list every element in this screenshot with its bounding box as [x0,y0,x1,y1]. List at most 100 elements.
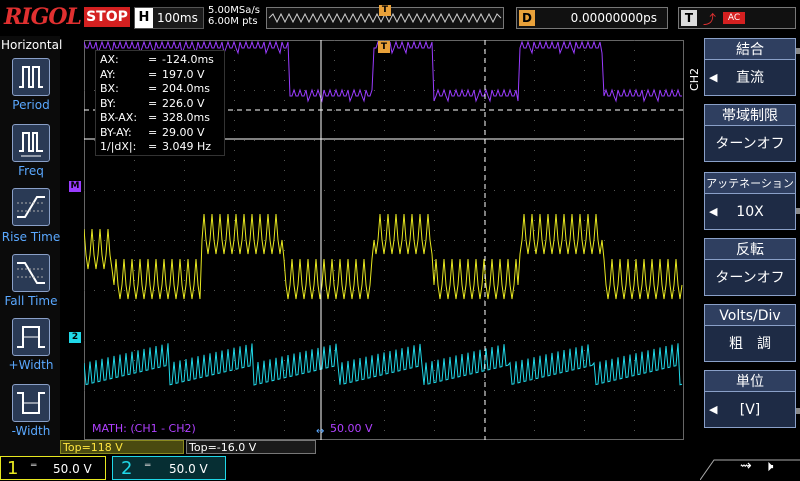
cursor-row-value: 226.0 V [162,96,205,110]
trigger-marker[interactable]: T [378,41,390,53]
ch1-status[interactable]: 1 ═ 50.0 V [0,456,106,480]
negative-width-measure-button[interactable] [12,384,50,422]
unit-title: 単位 [704,370,796,392]
unit-value: [V] [739,402,761,418]
ch1-number: 1 [7,458,19,479]
timebase-value: 100ms [157,11,198,25]
invert-title: 反転 [704,238,796,260]
channel-settings-menu: 結合 ◀ 直流 帯域制限 ターンオフ アッテネーション ◀ 10X 反転 ターンオフ… [704,38,796,456]
cursor-row-equals: = [148,111,158,124]
cursor-row-key: BY-AY: [100,125,132,139]
invert-value: ターンオフ [715,270,785,286]
delay-label: D [519,10,535,26]
ch1-offset-readout: Top=118 V [60,440,184,454]
coupling-option[interactable]: ◀ 直流 [704,60,796,96]
invert-option[interactable]: ターンオフ [704,260,796,296]
cursor-row-equals: = [148,53,158,66]
menu-arrow-icon: ◀ [709,403,718,416]
rise-time-icon [17,196,45,218]
bandwidth-limit-option[interactable]: ターンオフ [704,126,796,162]
bandwidth-limit-title: 帯域制限 [704,104,796,126]
cursor-row-key: BY: [100,96,116,110]
delay-indicator[interactable]: D 0.00000000ps [516,7,668,29]
cursor-row-key: AY: [100,67,116,81]
positive-width-icon [17,326,45,348]
cursor-row-equals: = [148,67,158,81]
frequency-icon [19,132,43,157]
volts-div-value: 粗 調 [729,336,771,352]
menu-side-indicators [796,48,800,448]
timebase-label: H [135,8,153,28]
fall-time-label: Fall Time [4,294,58,308]
period-label: Period [12,98,50,112]
menu-channel-tag: CH2 [688,68,701,91]
cursor-row-key: BX-AX: [100,111,138,124]
volts-div-title: Volts/Div [704,304,796,326]
ch2-status[interactable]: 2 ═ 50.0 V [112,456,226,480]
trigger-coupling-badge: AC [723,12,745,24]
unit-option[interactable]: ◀ [V] [704,392,796,428]
period-icon [19,66,43,88]
cursor-row-key: AX: [100,53,119,66]
ch2-offset-readout: Top=-16.0 V [186,440,316,454]
sound-muted-icon: 🕨 [764,457,774,475]
positive-width-measure-button[interactable] [12,318,50,356]
trigger-indicator[interactable]: T ⤴ AC [678,7,796,29]
menu-arrow-icon: ◀ [709,205,718,218]
freq-measure-button[interactable] [12,124,50,162]
cursor-row-value: 328.0ms [162,111,210,124]
trigger-label: T [681,10,697,26]
fall-time-measure-button[interactable] [12,254,50,292]
trigger-edge-icon: ⤴ [703,13,717,28]
coupling-value: 直流 [736,70,764,86]
cursor-row-equals: = [148,82,158,95]
memory-depth: 6.00M pts [208,16,258,27]
fall-time-icon [17,262,45,284]
positive-width-label: +Width [8,358,54,372]
menu-arrow-icon: ◀ [709,71,718,84]
rise-time-measure-button[interactable] [12,188,50,226]
negative-width-label: -Width [11,424,51,438]
coupling-title: 結合 [704,38,796,60]
negative-width-icon [17,392,45,414]
ch2-coupling-icon: ═ [145,461,151,471]
cursor-row-value: 197.0 V [162,67,205,81]
usb-icon: ⇝ [740,458,752,474]
ch1-waveform [84,213,683,300]
period-measure-button[interactable] [12,58,50,96]
cursor-row-value: -124.0ms [162,53,214,66]
cursor-row-value: 204.0ms [162,82,210,95]
math-offset-marker[interactable]: M [69,181,81,192]
cursor-readout-table: AX: = -124.0ms AY: = 197.0 V BX: = 204.0ms BY: = 22… [95,50,225,156]
rise-time-label: Rise Time [1,230,61,244]
cursor-row-value: 3.049 Hz [162,140,212,153]
timebase-indicator[interactable]: H 100ms [134,7,204,29]
math-scale-label: 50.00 V [330,422,373,435]
sample-rate: 5.00MSa/s [208,5,260,16]
cursor-row-key: BX: [100,82,119,95]
memory-overview-strip[interactable]: T [266,5,504,29]
freq-label: Freq [18,164,44,178]
cursor-row-equals: = [148,140,158,153]
cursor-row-equals: = [148,125,158,139]
ch1-coupling-icon: ═ [31,461,37,471]
brand-logo: RIGOL [4,4,82,30]
cursor-row-value: 29.00 V [162,125,205,139]
horizontal-center-icon: ↔ [316,426,325,437]
ch2-scale: 50.0 V [169,462,208,476]
delay-value: 0.00000000ps [570,11,657,25]
trigger-position-marker[interactable]: T [379,5,391,16]
run-stop-indicator[interactable]: STOP [84,7,130,27]
attenuation-value: 10X [736,204,764,220]
math-function-label: MATH: (CH1 - CH2) [92,422,196,435]
cursor-row-key: 1/|dX|: [100,140,137,153]
ch2-number: 2 [121,458,133,479]
volts-div-option[interactable]: 粗 調 [704,326,796,362]
ch1-scale: 50.0 V [53,462,92,476]
cursor-row-equals: = [148,96,158,110]
ch2-waveform [84,343,683,386]
ch2-offset-marker[interactable]: 2 [69,332,81,343]
bandwidth-limit-value: ターンオフ [715,136,785,152]
attenuation-option[interactable]: ◀ 10X [704,194,796,230]
attenuation-title: アッテネーション [704,172,796,194]
